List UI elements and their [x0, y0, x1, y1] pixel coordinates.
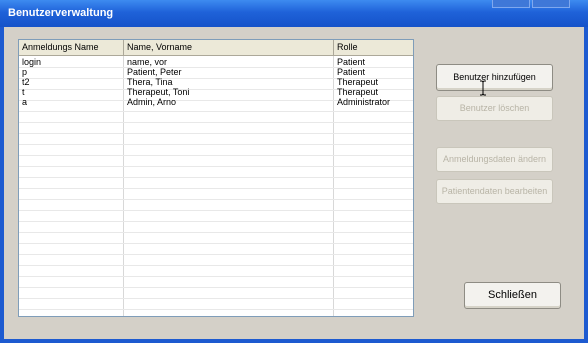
row-line	[19, 232, 413, 233]
row-line	[19, 287, 413, 288]
change-login-data-button[interactable]: Anmeldungsdaten ändern	[436, 147, 553, 172]
delete-user-button[interactable]: Benutzer löschen	[436, 96, 553, 121]
row-line	[19, 243, 413, 244]
row-line	[19, 111, 413, 112]
cell-login-name[interactable]: a	[22, 97, 27, 108]
row-line	[19, 254, 413, 255]
window-frame-bottom	[0, 339, 588, 343]
row-line	[19, 122, 413, 123]
minimize-button[interactable]	[492, 0, 530, 8]
window-title: Benutzerverwaltung	[8, 7, 114, 19]
row-line	[19, 276, 413, 277]
user-management-window: Benutzerverwaltung Anmeldungs Name Name,…	[0, 0, 588, 343]
column-header-login-name[interactable]: Anmeldungs Name	[19, 40, 124, 56]
row-line	[19, 265, 413, 266]
row-line	[19, 188, 413, 189]
column-divider	[123, 56, 124, 316]
title-bar: Benutzerverwaltung	[0, 0, 588, 27]
row-line	[19, 210, 413, 211]
row-line	[19, 298, 413, 299]
window-frame-left	[0, 27, 4, 343]
row-line	[19, 144, 413, 145]
column-header-name[interactable]: Name, Vorname	[124, 40, 334, 56]
edit-patient-data-button[interactable]: Patientendaten bearbeiten	[436, 179, 553, 204]
close-window-button[interactable]	[532, 0, 570, 8]
close-button[interactable]: Schließen	[464, 282, 561, 309]
row-line	[19, 309, 413, 310]
column-divider	[333, 56, 334, 316]
window-frame-right	[584, 27, 588, 343]
user-table[interactable]: Anmeldungs Name Name, Vorname Rolle logi…	[18, 39, 414, 317]
row-line	[19, 177, 413, 178]
cell-role[interactable]: Administrator	[337, 97, 390, 108]
row-line	[19, 133, 413, 134]
row-line	[19, 199, 413, 200]
row-line	[19, 221, 413, 222]
add-user-button[interactable]: Benutzer hinzufügen	[436, 64, 553, 91]
row-line	[19, 166, 413, 167]
column-header-role[interactable]: Rolle	[334, 40, 413, 56]
row-line	[19, 155, 413, 156]
text-cursor-icon	[480, 80, 486, 96]
cell-name[interactable]: Admin, Arno	[127, 97, 176, 108]
